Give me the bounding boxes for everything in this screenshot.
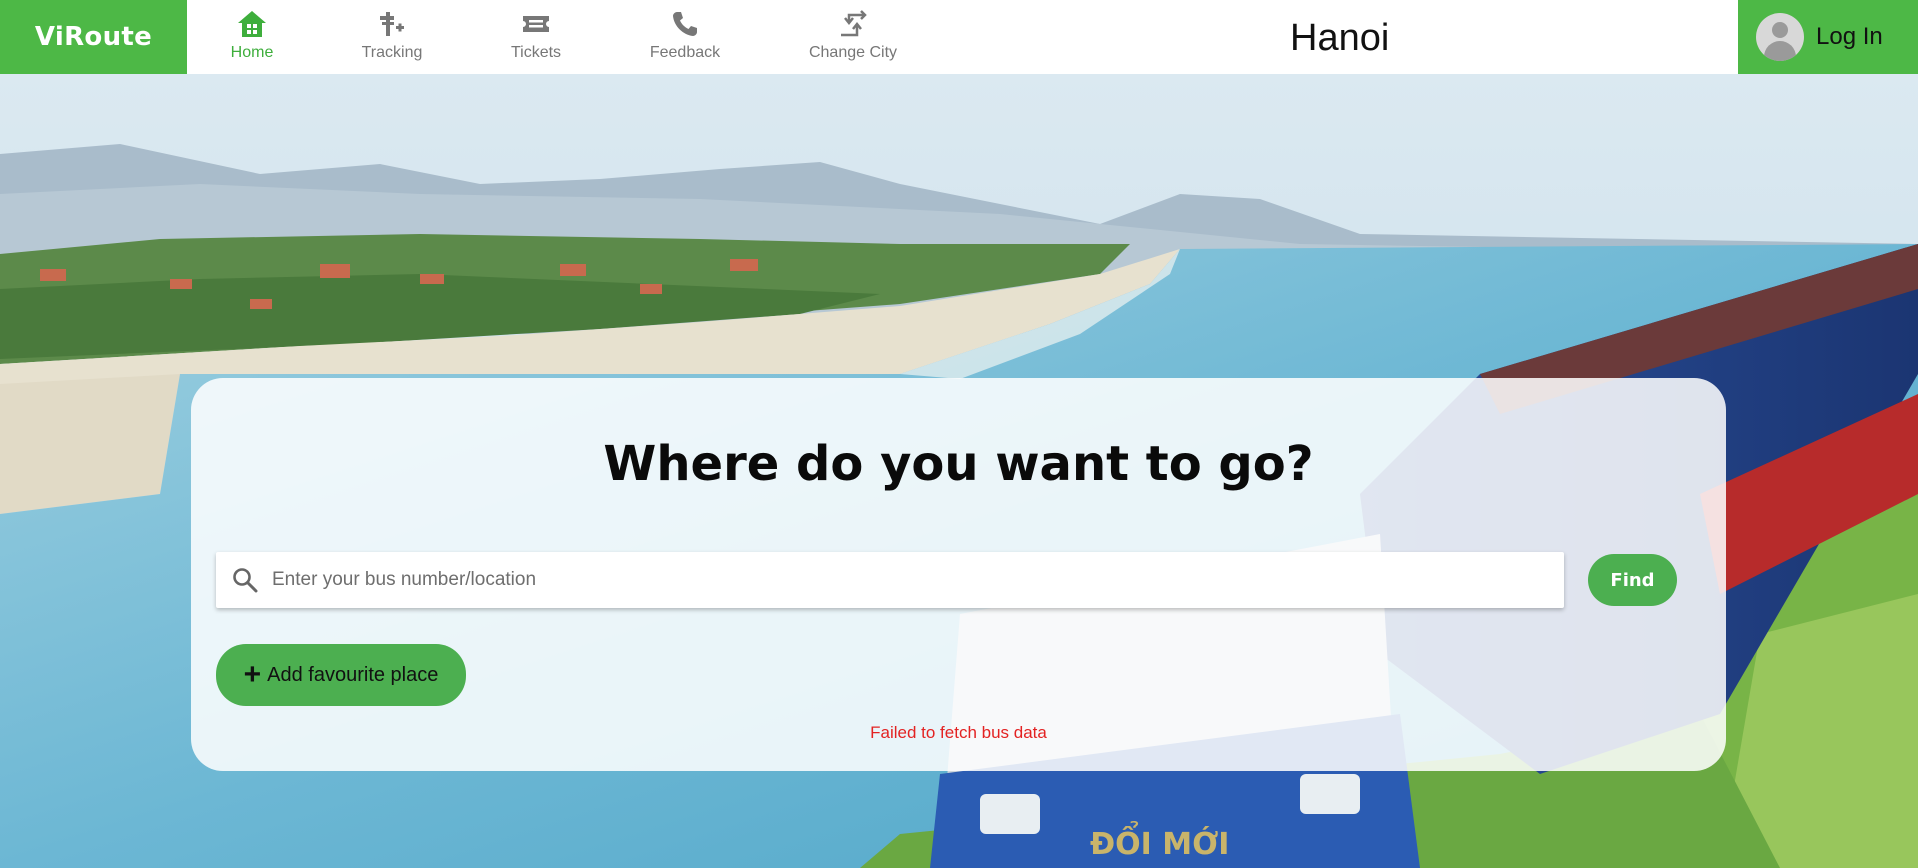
nav-label-home: Home: [230, 44, 274, 61]
tracking-icon: [376, 8, 408, 40]
nav-item-home[interactable]: Home: [220, 8, 284, 68]
home-icon: [236, 8, 268, 40]
search-input[interactable]: [272, 552, 1552, 608]
plus-icon: +: [243, 658, 262, 691]
add-favourite-place-button[interactable]: + Add favourite place: [216, 644, 466, 706]
nav-item-feedback[interactable]: Feedback: [645, 8, 725, 68]
login-label: Log In: [1816, 23, 1883, 50]
search-box[interactable]: [216, 552, 1564, 608]
error-message: Failed to fetch bus data: [870, 723, 1047, 742]
svg-text:ĐỔI MỚI: ĐỔI MỚI: [1090, 820, 1229, 862]
brand-logo[interactable]: ViRoute: [0, 0, 187, 74]
nav-item-tickets[interactable]: Tickets: [505, 8, 567, 68]
top-navigation-bar: ViRoute Home Tracking Tickets Feedback C…: [0, 0, 1918, 74]
nav-item-tracking[interactable]: Tracking: [356, 8, 428, 68]
nav-label-tickets: Tickets: [510, 44, 562, 61]
current-city: Hanoi: [1290, 17, 1390, 59]
search-heading: Where do you want to go?: [603, 436, 1314, 492]
find-button[interactable]: Find: [1588, 554, 1677, 606]
nav-label-change-city: Change City: [808, 44, 898, 61]
nav-item-change-city[interactable]: Change City: [805, 8, 901, 68]
search-card: Where do you want to go? Find + Add favo…: [191, 378, 1726, 771]
avatar-icon: [1756, 13, 1804, 61]
swap-arrows-icon: [837, 8, 869, 40]
nav-label-tracking: Tracking: [361, 44, 423, 61]
nav-label-feedback: Feedback: [649, 44, 721, 61]
login-button[interactable]: Log In: [1738, 0, 1918, 74]
add-favourite-label: Add favourite place: [267, 663, 439, 686]
phone-icon: [669, 8, 701, 40]
ticket-icon: [520, 8, 552, 40]
search-icon: [232, 567, 258, 593]
